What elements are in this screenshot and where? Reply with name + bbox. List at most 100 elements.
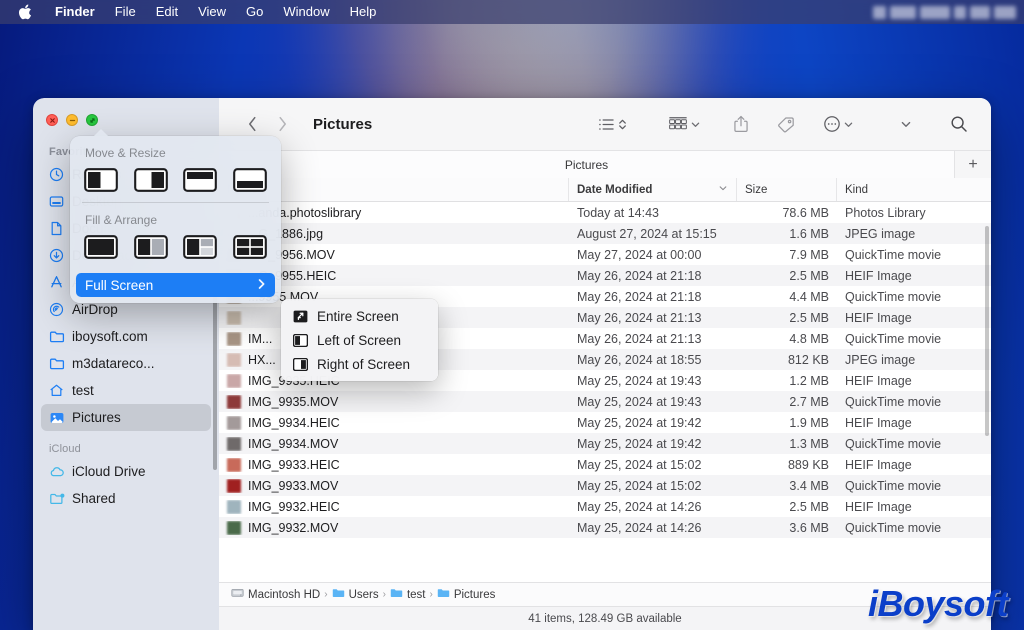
group-by-button[interactable] bbox=[659, 110, 710, 138]
path-segment-macintosh-hd[interactable]: Macintosh HD bbox=[231, 587, 320, 602]
sidebar-section-icloud: iCloud bbox=[49, 443, 81, 455]
iboysoft-watermark: iBoysoft bbox=[868, 583, 1009, 624]
file-kind-cell: QuickTime movie bbox=[845, 520, 942, 535]
sidebar-item-test[interactable]: test bbox=[41, 377, 211, 404]
tile-bottom-half-icon[interactable] bbox=[233, 168, 267, 192]
tile-right-half-icon[interactable] bbox=[133, 168, 168, 192]
column-header-date-modified[interactable]: Date Modified bbox=[569, 178, 737, 201]
maximize-button[interactable] bbox=[86, 114, 98, 126]
view-options-button[interactable] bbox=[589, 110, 637, 138]
status-item-redacted-5[interactable] bbox=[970, 5, 990, 19]
popover-section-move-resize: Move & Resize bbox=[85, 146, 166, 160]
menu-item-window[interactable]: Window bbox=[273, 0, 339, 24]
table-row[interactable]: ...G_9955.HEIC May 26, 2024 at 21:18 2.5 M… bbox=[219, 265, 991, 286]
sidebar-item-label: iboysoft.com bbox=[72, 329, 148, 344]
file-kind-cell: HEIF Image bbox=[845, 373, 912, 388]
file-name-cell: IMG_9935.MOV bbox=[219, 394, 569, 409]
file-thumbnail-icon bbox=[227, 310, 241, 325]
submenu-item-label: Right of Screen bbox=[317, 356, 411, 372]
table-row[interactable]: IMG_9933.MOV May 25, 2024 at 15:02 3.4 MB Q… bbox=[219, 475, 991, 496]
table-row[interactable]: IMG_9934.HEIC May 25, 2024 at 19:42 1.9 MB… bbox=[219, 412, 991, 433]
file-date-cell: May 25, 2024 at 19:42 bbox=[577, 415, 702, 430]
table-row[interactable]: IMG_9934.MOV May 25, 2024 at 19:42 1.3 MB Q… bbox=[219, 433, 991, 454]
tile-top-half-icon[interactable] bbox=[183, 168, 218, 192]
status-item-redacted-3[interactable] bbox=[920, 5, 950, 19]
folder-icon bbox=[48, 355, 65, 372]
file-size-cell: 1.6 MB bbox=[789, 226, 829, 241]
sidebar-scrollbar[interactable] bbox=[213, 294, 217, 470]
sidebar-item-shared[interactable]: Shared bbox=[41, 485, 211, 512]
menu-item-edit[interactable]: Edit bbox=[146, 0, 188, 24]
sidebar-item-pictures[interactable]: Pictures bbox=[41, 404, 211, 431]
status-item-redacted-6[interactable] bbox=[994, 5, 1016, 19]
table-row[interactable]: IMG_9933.HEIC May 25, 2024 at 15:02 889 KB… bbox=[219, 454, 991, 475]
toolbar-overflow-button[interactable] bbox=[891, 110, 921, 138]
table-row[interactable]: ...G_9956.MOV May 27, 2024 at 00:00 7.9 MB… bbox=[219, 244, 991, 265]
toolbar-actions bbox=[589, 110, 977, 138]
tag-icon bbox=[777, 116, 795, 133]
back-button[interactable] bbox=[237, 110, 267, 138]
file-date-cell: May 26, 2024 at 21:13 bbox=[577, 310, 702, 325]
submenu-item-right-of-screen[interactable]: Right of Screen bbox=[281, 352, 438, 376]
path-segment-test[interactable]: test bbox=[390, 587, 425, 602]
file-thumbnail-icon bbox=[227, 520, 241, 535]
file-size-cell: 4.8 MB bbox=[789, 331, 829, 346]
path-segment-users[interactable]: Users bbox=[332, 587, 379, 602]
menu-item-file[interactable]: File bbox=[105, 0, 146, 24]
file-name-label: IMG_9934.HEIC bbox=[248, 415, 340, 430]
table-row[interactable]: ...anda.photoslibrary Today at 14:43 78.6 … bbox=[219, 202, 991, 223]
toolbar: Pictures bbox=[219, 98, 991, 150]
file-name-label: IMG_9935.MOV bbox=[248, 394, 339, 409]
file-name-label: IMG_9933.HEIC bbox=[248, 457, 340, 472]
more-actions-chevron-icon bbox=[843, 119, 854, 130]
menu-item-help[interactable]: Help bbox=[340, 0, 387, 24]
more-actions-button[interactable] bbox=[814, 110, 863, 138]
table-row[interactable]: IMG_9932.MOV May 25, 2024 at 14:26 3.6 MB Q… bbox=[219, 517, 991, 538]
tile-left-and-quarters-icon[interactable] bbox=[183, 235, 218, 259]
column-header-label: Size bbox=[745, 183, 768, 196]
menu-item-full-screen[interactable]: Full Screen bbox=[76, 273, 275, 297]
file-thumbnail-icon bbox=[227, 499, 241, 514]
tile-left-half-icon[interactable] bbox=[84, 168, 118, 192]
file-date-cell: August 27, 2024 at 15:15 bbox=[577, 226, 717, 241]
menu-item-go[interactable]: Go bbox=[236, 0, 273, 24]
menu-item-finder[interactable]: Finder bbox=[45, 0, 105, 24]
tile-quarters-icon[interactable] bbox=[233, 235, 267, 259]
status-item-redacted-4[interactable] bbox=[954, 5, 966, 19]
file-name-label: IMG_9932.MOV bbox=[248, 520, 339, 535]
sidebar-item-icloud-drive[interactable]: iCloud Drive bbox=[41, 458, 211, 485]
fill-arrange-tiles bbox=[70, 235, 281, 269]
menu-item-view[interactable]: View bbox=[188, 0, 236, 24]
submenu-item-entire-screen[interactable]: Entire Screen bbox=[281, 304, 438, 328]
window-controls bbox=[33, 106, 219, 140]
desktop: Finder File Edit View Go Window Help Air… bbox=[0, 0, 1024, 630]
share-button[interactable] bbox=[724, 110, 758, 138]
file-list[interactable]: ...anda.photoslibrary Today at 14:43 78.6 … bbox=[219, 202, 991, 582]
submenu-item-left-of-screen[interactable]: Left of Screen bbox=[281, 328, 438, 352]
file-size-cell: 1.3 MB bbox=[789, 436, 829, 451]
add-tab-button[interactable]: + bbox=[955, 151, 991, 178]
forward-button[interactable] bbox=[267, 110, 297, 138]
sidebar-item-iboysoft-com[interactable]: iboysoft.com bbox=[41, 323, 211, 350]
close-button[interactable] bbox=[46, 114, 58, 126]
file-list-scrollbar[interactable] bbox=[985, 226, 989, 436]
file-kind-cell: QuickTime movie bbox=[845, 478, 942, 493]
status-item-redacted-1[interactable] bbox=[873, 5, 886, 19]
tag-button[interactable] bbox=[768, 110, 804, 138]
column-header-kind[interactable]: Kind bbox=[837, 178, 991, 201]
path-segment-pictures[interactable]: Pictures bbox=[437, 587, 495, 602]
tab-pictures[interactable]: Pictures bbox=[219, 151, 955, 178]
status-item-redacted-2[interactable] bbox=[890, 5, 916, 19]
sidebar-item-m3datarecovery[interactable]: m3datareco... bbox=[41, 350, 211, 377]
tile-fill-icon[interactable] bbox=[84, 235, 118, 259]
table-row[interactable]: IMG_9935.MOV May 25, 2024 at 19:43 2.7 MB Q… bbox=[219, 391, 991, 412]
full-screen-label: Full Screen bbox=[85, 277, 154, 293]
minimize-button[interactable] bbox=[66, 114, 78, 126]
file-kind-cell: HEIF Image bbox=[845, 499, 912, 514]
table-row[interactable]: ...G_1886.jpg August 27, 2024 at 15:15 1.6… bbox=[219, 223, 991, 244]
table-row[interactable]: IMG_9932.HEIC May 25, 2024 at 14:26 2.5 MB… bbox=[219, 496, 991, 517]
apple-logo-icon[interactable] bbox=[0, 4, 45, 20]
column-header-size[interactable]: Size bbox=[737, 178, 837, 201]
tile-left-and-right-icon[interactable] bbox=[133, 235, 168, 259]
search-button[interactable] bbox=[941, 110, 977, 138]
